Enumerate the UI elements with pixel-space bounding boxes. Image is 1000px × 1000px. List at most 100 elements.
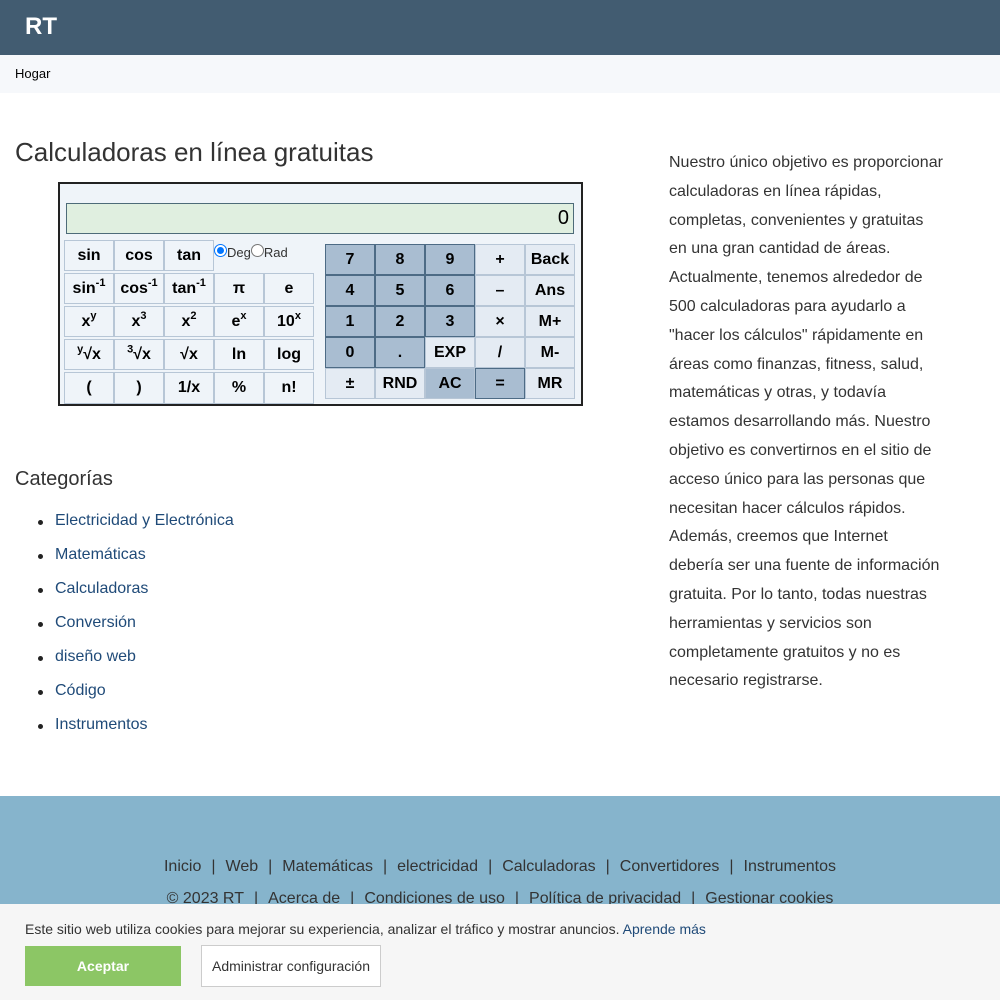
category-link-conversion[interactable]: Conversión <box>55 614 136 631</box>
key-rparen[interactable]: ) <box>114 372 164 404</box>
key-sqrt[interactable]: √x <box>164 339 214 370</box>
key-memory-minus[interactable]: M- <box>525 337 575 368</box>
key-divide[interactable]: / <box>475 337 525 368</box>
key-1[interactable]: 1 <box>325 306 375 337</box>
key-pi[interactable]: π <box>214 273 264 304</box>
key-plus-minus[interactable]: ± <box>325 368 375 399</box>
key-e-pow-x[interactable]: ex <box>214 306 264 337</box>
manage-settings-button[interactable]: Administrar configuración <box>201 945 381 987</box>
category-link-matematicas[interactable]: Matemáticas <box>55 546 146 563</box>
key-sup: y <box>90 309 97 322</box>
category-link-diseno-web[interactable]: diseño web <box>55 648 136 665</box>
breadcrumb-bar: Hogar <box>0 55 1000 93</box>
key-equals[interactable]: = <box>475 368 525 399</box>
key-cos[interactable]: cos <box>114 240 164 271</box>
key-lparen[interactable]: ( <box>64 372 114 404</box>
footer-link-electricidad[interactable]: electricidad <box>397 858 478 875</box>
key-6[interactable]: 6 <box>425 275 475 306</box>
footer-link-calculadoras[interactable]: Calculadoras <box>502 858 595 875</box>
key-5[interactable]: 5 <box>375 275 425 306</box>
category-item: Conversión <box>38 614 234 648</box>
key-7[interactable]: 7 <box>325 244 375 275</box>
key-minus[interactable]: – <box>475 275 525 306</box>
key-x-pow-y[interactable]: xy <box>64 306 114 337</box>
key-back[interactable]: Back <box>525 244 575 275</box>
key-asin[interactable]: sin-1 <box>64 273 114 304</box>
categories-heading: Categorías <box>15 468 113 490</box>
key-label: ln <box>231 346 247 363</box>
key-label: √x <box>83 346 101 363</box>
key-plus[interactable]: + <box>475 244 525 275</box>
key-ten-pow-x[interactable]: 10x <box>264 306 314 337</box>
key-acos[interactable]: cos-1 <box>114 273 164 304</box>
key-sup: 2 <box>190 309 197 322</box>
category-item: Matemáticas <box>38 546 234 580</box>
key-sup: x <box>294 309 301 322</box>
category-item: diseño web <box>38 648 234 682</box>
key-2[interactable]: 2 <box>375 306 425 337</box>
footer-link-convertidores[interactable]: Convertidores <box>620 858 720 875</box>
footer-link-inicio[interactable]: Inicio <box>164 858 201 875</box>
key-8[interactable]: 8 <box>375 244 425 275</box>
key-label: cos <box>125 247 153 264</box>
key-log[interactable]: log <box>264 339 314 370</box>
category-item: Instrumentos <box>38 716 234 750</box>
accept-cookies-button[interactable]: Aceptar <box>25 946 181 986</box>
key-sup: -1 <box>196 276 206 289</box>
key-reciprocal[interactable]: 1/x <box>164 372 214 404</box>
key-sup: 3 <box>140 309 147 322</box>
footer-separator: | <box>729 858 734 875</box>
key-percent[interactable]: % <box>214 372 264 404</box>
categories-list: Electricidad y Electrónica Matemáticas C… <box>38 512 234 750</box>
cookie-message: Este sitio web utiliza cookies para mejo… <box>25 921 706 937</box>
category-item: Electricidad y Electrónica <box>38 512 234 546</box>
category-item: Calculadoras <box>38 580 234 614</box>
category-item: Código <box>38 682 234 716</box>
key-label: 10 <box>277 313 295 330</box>
key-atan[interactable]: tan-1 <box>164 273 214 304</box>
key-label: sin <box>77 247 101 264</box>
footer-link-instrumentos[interactable]: Instrumentos <box>744 858 836 875</box>
key-random[interactable]: RND <box>375 368 425 399</box>
key-decimal[interactable]: . <box>375 337 425 368</box>
key-cube-root[interactable]: 3√x <box>114 339 164 370</box>
key-3[interactable]: 3 <box>425 306 475 337</box>
key-memory-recall[interactable]: MR <box>525 368 575 399</box>
key-e[interactable]: e <box>264 273 314 304</box>
key-multiply[interactable]: × <box>475 306 525 337</box>
footer-link-matematicas[interactable]: Matemáticas <box>282 858 373 875</box>
key-sin[interactable]: sin <box>64 240 114 271</box>
footer-separator: | <box>488 858 493 875</box>
learn-more-link[interactable]: Aprende más <box>623 921 706 937</box>
key-label: √x <box>133 346 151 363</box>
category-link-codigo[interactable]: Código <box>55 682 106 699</box>
site-logo[interactable]: RT <box>25 13 57 41</box>
breadcrumb-home[interactable]: Hogar <box>15 66 50 81</box>
category-link-calculadoras[interactable]: Calculadoras <box>55 580 148 597</box>
key-all-clear[interactable]: AC <box>425 368 475 399</box>
category-link-instrumentos[interactable]: Instrumentos <box>55 716 147 733</box>
key-sup: x <box>240 309 247 322</box>
key-ans[interactable]: Ans <box>525 275 575 306</box>
radio-deg[interactable] <box>214 244 227 257</box>
key-ln[interactable]: ln <box>214 339 264 370</box>
key-memory-plus[interactable]: M+ <box>525 306 575 337</box>
key-label: 1/x <box>177 379 201 396</box>
key-x-cubed[interactable]: x3 <box>114 306 164 337</box>
key-y-root-x[interactable]: y√x <box>64 339 114 370</box>
key-label: π <box>232 280 246 297</box>
footer-link-web[interactable]: Web <box>226 858 259 875</box>
key-label: % <box>231 379 247 396</box>
key-tan[interactable]: tan <box>164 240 214 271</box>
footer-nav: Inicio | Web | Matemáticas | electricidad | Calc… <box>0 858 1000 876</box>
angle-mode-group: Deg Rad <box>214 240 290 272</box>
key-x-squared[interactable]: x2 <box>164 306 214 337</box>
key-9[interactable]: 9 <box>425 244 475 275</box>
key-factorial[interactable]: n! <box>264 372 314 404</box>
key-4[interactable]: 4 <box>325 275 375 306</box>
key-0[interactable]: 0 <box>325 337 375 368</box>
radio-rad[interactable] <box>250 244 264 257</box>
footer-separator: | <box>211 858 216 875</box>
category-link-electricidad[interactable]: Electricidad y Electrónica <box>55 512 234 529</box>
key-exp[interactable]: EXP <box>425 337 475 368</box>
